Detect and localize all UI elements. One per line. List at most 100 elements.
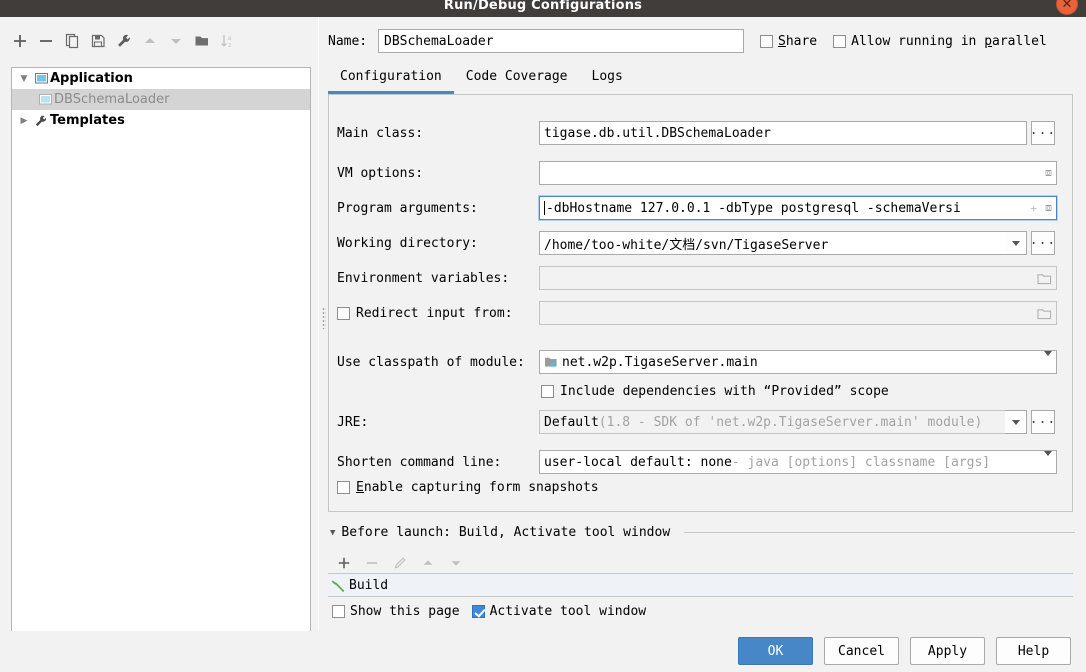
cancel-button[interactable]: Cancel [824, 637, 899, 665]
sort-alpha-icon[interactable]: a z [216, 29, 240, 53]
working-directory-label: Working directory: [337, 235, 478, 251]
program-arguments-input[interactable]: -dbHostname 127.0.0.1 -dbType postgresql… [539, 196, 1057, 220]
close-icon[interactable]: ✕ [1056, 0, 1078, 15]
bl-move-down-button[interactable] [444, 551, 468, 575]
shorten-command-line-hint: - java [options] classname [args] [731, 454, 991, 470]
main-class-browse-button[interactable]: ... [1030, 121, 1055, 145]
vm-options-row: VM options: ⧈ [337, 161, 1057, 185]
folder-add-icon[interactable] [190, 29, 214, 53]
copy-icon[interactable] [60, 29, 84, 53]
working-directory-value: /home/too-white/文档/svn/TigaseServer [544, 237, 829, 253]
redirect-input-field[interactable] [539, 301, 1057, 325]
checkbox-box[interactable] [760, 34, 773, 48]
program-arguments-row: Program arguments: -dbHostname 127.0.0.1… [337, 196, 1057, 220]
show-this-page-checkbox[interactable]: Show this page [332, 604, 460, 619]
save-icon[interactable] [86, 29, 110, 53]
activate-tool-window-label: Activate tool window [489, 604, 647, 619]
chevron-down-icon[interactable]: ▼ [330, 528, 335, 538]
hammer-icon [331, 578, 346, 593]
jre-dropdown[interactable] [1005, 410, 1027, 434]
pencil-icon[interactable] [388, 551, 412, 575]
run-debug-configurations-dialog: Run/Debug Configurations ✕ a z ▼ Applica… [0, 0, 1086, 672]
allow-parallel-checkbox[interactable]: Allow running in parallel [833, 34, 1047, 49]
shorten-command-line-combo[interactable]: user-local default: none - java [options… [539, 450, 1057, 474]
divider [684, 532, 1075, 533]
remove-button[interactable] [34, 29, 58, 53]
before-launch-toolbar [332, 551, 468, 575]
environment-variables-row: Environment variables: [337, 266, 1057, 290]
chevron-down-icon[interactable] [1040, 451, 1052, 469]
environment-variables-input[interactable] [539, 266, 1057, 290]
vm-options-input[interactable]: ⧈ [539, 161, 1057, 185]
editor-tabs: Configuration Code Coverage Logs [328, 65, 635, 94]
arrow-down-icon[interactable] [164, 29, 188, 53]
help-button[interactable]: Help [996, 637, 1071, 665]
folder-icon[interactable] [1037, 272, 1052, 285]
tab-configuration[interactable]: Configuration [328, 65, 454, 94]
arrow-up-icon[interactable] [138, 29, 162, 53]
bl-move-up-button[interactable] [416, 551, 440, 575]
tree-item-dbschemaloader[interactable]: DBSchemaLoader [12, 89, 310, 110]
jre-row: JRE: Default (1.8 - SDK of 'net.w2p.Tiga… [337, 410, 1055, 434]
share-checkbox[interactable]: Share [760, 34, 817, 49]
main-class-row: Main class: tigase.db.util.DBSchemaLoade… [337, 121, 1055, 145]
program-arguments-value: -dbHostname 127.0.0.1 -dbType postgresql… [546, 200, 961, 216]
redirect-input-label: Redirect input from: [356, 305, 513, 321]
checkbox-box[interactable] [471, 605, 485, 618]
tab-code-coverage[interactable]: Code Coverage [454, 65, 580, 94]
expand-icon[interactable]: ⧈ [1041, 166, 1052, 180]
checkbox-box[interactable] [337, 306, 350, 320]
chevron-down-icon[interactable] [1040, 351, 1052, 369]
add-button[interactable] [8, 29, 32, 53]
redirect-input-row: Redirect input from: [337, 301, 1057, 325]
shorten-command-line-value: user-local default: none [544, 454, 732, 470]
shorten-command-line-row: Shorten command line: user-local default… [337, 450, 1057, 474]
checkbox-box[interactable] [541, 385, 554, 398]
configurations-tree[interactable]: ▼ Application DBSchemaLoader ▶ Templates [11, 67, 311, 642]
splitter-grip-icon [322, 307, 326, 329]
main-class-input[interactable]: tigase.db.util.DBSchemaLoader [539, 121, 1027, 145]
working-directory-dropdown[interactable] [1005, 231, 1027, 255]
redirect-input-checkbox[interactable]: Redirect input from: [337, 306, 539, 321]
use-classpath-combo[interactable]: net.w2p.TigaseServer.main [539, 350, 1057, 374]
insert-macro-icon[interactable]: + [1026, 202, 1037, 215]
enable-capturing-checkbox[interactable]: Enable capturing form snapshots [337, 480, 599, 495]
checkbox-box[interactable] [833, 34, 847, 48]
chevron-down-icon[interactable]: ▼ [16, 74, 32, 84]
enable-capturing-label: Enable capturing form snapshots [356, 480, 599, 495]
use-classpath-label: Use classpath of module: [337, 354, 525, 370]
wrench-icon[interactable] [112, 29, 136, 53]
include-dependencies-label: Include dependencies with “Provided” sco… [560, 384, 889, 399]
chevron-right-icon[interactable]: ▶ [16, 116, 32, 126]
folder-icon[interactable] [1037, 307, 1052, 320]
before-launch-list[interactable]: Build [328, 573, 1073, 597]
activate-tool-window-checkbox[interactable]: Activate tool window [471, 604, 647, 619]
dialog-button-bar: OK Cancel Apply Help https://blog.csdn.n… [0, 631, 1086, 672]
name-row: Name: Share Allow running in parallel [328, 29, 1086, 53]
svg-text:a: a [228, 35, 232, 42]
tree-item-label: DBSchemaLoader [54, 92, 170, 107]
tree-item-application[interactable]: ▼ Application [12, 68, 310, 89]
use-classpath-value: net.w2p.TigaseServer.main [562, 354, 758, 370]
panel-splitter[interactable] [318, 17, 328, 631]
tree-item-label: Templates [50, 113, 125, 128]
checkbox-box[interactable] [332, 605, 345, 618]
main-class-value: tigase.db.util.DBSchemaLoader [544, 125, 771, 141]
jre-combo[interactable]: Default (1.8 - SDK of 'net.w2p.TigaseSer… [539, 410, 1005, 434]
apply-button[interactable]: Apply [910, 637, 985, 665]
bl-remove-button[interactable] [360, 551, 384, 575]
jre-browse-button[interactable]: ... [1030, 410, 1055, 434]
checkbox-box[interactable] [337, 481, 350, 494]
name-input[interactable] [378, 29, 744, 53]
working-directory-browse-button[interactable]: ... [1030, 231, 1055, 255]
working-directory-input[interactable]: /home/too-white/文档/svn/TigaseServer [539, 231, 1005, 255]
configuration-editor-panel: Name: Share Allow running in parallel Co… [328, 17, 1086, 631]
bl-add-button[interactable] [332, 551, 356, 575]
tree-item-templates[interactable]: ▶ Templates [12, 110, 310, 131]
expand-icon[interactable]: ⧈ [1041, 201, 1052, 215]
ok-button[interactable]: OK [738, 637, 813, 665]
include-dependencies-checkbox[interactable]: Include dependencies with “Provided” sco… [541, 384, 889, 399]
wrench-icon [32, 114, 50, 128]
tree-item-label: Application [50, 71, 133, 86]
tab-logs[interactable]: Logs [580, 65, 635, 94]
